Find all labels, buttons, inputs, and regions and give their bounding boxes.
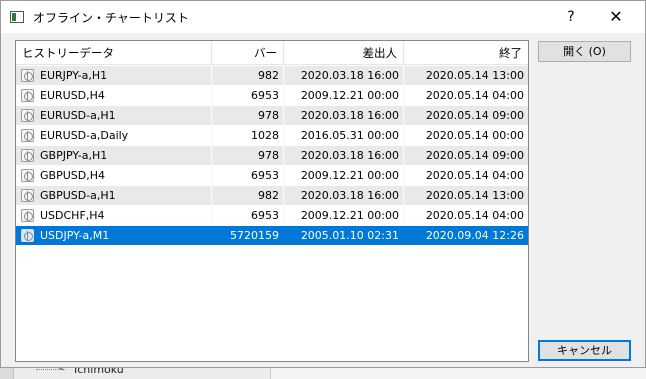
row-bars: 978 [212, 106, 284, 125]
row-bars: 6953 [212, 166, 284, 185]
row-symbol: GBPJPY-a,H1 [16, 146, 212, 165]
list-row[interactable]: GBPJPY-a,H1 978 2020.03.18 16:00 2020.05… [16, 146, 528, 166]
cancel-button[interactable]: キャンセル [538, 340, 631, 361]
row-bars: 982 [212, 186, 284, 205]
open-button[interactable]: 開く (O) [538, 41, 631, 62]
row-from: 2016.05.31 00:00 [284, 126, 404, 145]
list-row[interactable]: EURUSD-a,H1 978 2020.03.18 16:00 2020.05… [16, 106, 528, 126]
row-from: 2020.03.18 16:00 [284, 186, 404, 205]
column-header-bars[interactable]: バー [212, 41, 284, 65]
row-symbol: GBPUSD-a,H1 [16, 186, 212, 205]
row-from: 2020.03.18 16:00 [284, 66, 404, 85]
row-from: 2005.01.10 02:31 [284, 226, 404, 245]
row-to: 2020.05.14 09:00 [425, 149, 524, 162]
window-icon [10, 11, 24, 23]
row-to: 2020.09.04 12:26 [425, 229, 524, 242]
row-to: 2020.05.14 00:00 [425, 129, 524, 142]
row-to: 2020.05.14 04:00 [425, 209, 524, 222]
row-to: 2020.05.14 13:00 [425, 189, 524, 202]
row-symbol: EURUSD-a,Daily [16, 126, 212, 145]
row-symbol: USDJPY-a,M1 [16, 226, 212, 245]
row-bars: 978 [212, 146, 284, 165]
offline-chart-list-dialog: オフライン・チャートリスト ? ✕ ヒストリーデータ バー 差出人 終了 EUR… [0, 0, 646, 368]
list-row[interactable]: GBPUSD,H4 6953 2009.12.21 00:00 2020.05.… [16, 166, 528, 186]
help-button[interactable]: ? [557, 5, 585, 29]
close-button[interactable]: ✕ [599, 5, 633, 29]
row-from: 2009.12.21 00:00 [284, 86, 404, 105]
list-row[interactable]: EURJPY-a,H1 982 2020.03.18 16:00 2020.05… [16, 66, 528, 86]
list-row[interactable]: USDCHF,H4 6953 2009.12.21 00:00 2020.05.… [16, 206, 528, 226]
list-row[interactable]: GBPUSD-a,H1 982 2020.03.18 16:00 2020.05… [16, 186, 528, 206]
history-list[interactable]: ヒストリーデータ バー 差出人 終了 EURJPY-a,H1 982 2020.… [15, 40, 529, 362]
row-bars: 6953 [212, 86, 284, 105]
list-row[interactable]: EURUSD,H4 6953 2009.12.21 00:00 2020.05.… [16, 86, 528, 106]
row-bars: 5720159 [212, 226, 284, 245]
row-from: 2020.03.18 16:00 [284, 106, 404, 125]
list-row[interactable]: EURUSD-a,Daily 1028 2016.05.31 00:00 202… [16, 126, 528, 146]
list-row-selected[interactable]: USDJPY-a,M1 5720159 2005.01.10 02:31 202… [16, 226, 528, 246]
row-to: 2020.05.14 09:00 [425, 109, 524, 122]
row-from: 2009.12.21 00:00 [284, 206, 404, 225]
column-header-from[interactable]: 差出人 [284, 41, 404, 65]
title-bar: オフライン・チャートリスト ? ✕ [1, 1, 645, 33]
row-bars: 982 [212, 66, 284, 85]
column-header-history[interactable]: ヒストリーデータ [16, 41, 212, 65]
row-to: 2020.05.14 04:00 [425, 169, 524, 182]
list-header: ヒストリーデータ バー 差出人 終了 [16, 41, 528, 65]
row-symbol: USDCHF,H4 [16, 206, 212, 225]
row-symbol: EURJPY-a,H1 [16, 66, 212, 85]
row-to: 2020.05.14 04:00 [425, 89, 524, 102]
dialog-title: オフライン・チャートリスト [33, 11, 189, 25]
row-symbol: EURUSD-a,H1 [16, 106, 212, 125]
row-from: 2009.12.21 00:00 [284, 166, 404, 185]
column-header-to[interactable]: 終了 [404, 41, 528, 65]
row-from: 2020.03.18 16:00 [284, 146, 404, 165]
row-symbol: GBPUSD,H4 [16, 166, 212, 185]
list-rows: EURJPY-a,H1 982 2020.03.18 16:00 2020.05… [16, 66, 528, 246]
row-to: 2020.05.14 13:00 [425, 69, 524, 82]
row-symbol: EURUSD,H4 [16, 86, 212, 105]
row-bars: 1028 [212, 126, 284, 145]
row-bars: 6953 [212, 206, 284, 225]
